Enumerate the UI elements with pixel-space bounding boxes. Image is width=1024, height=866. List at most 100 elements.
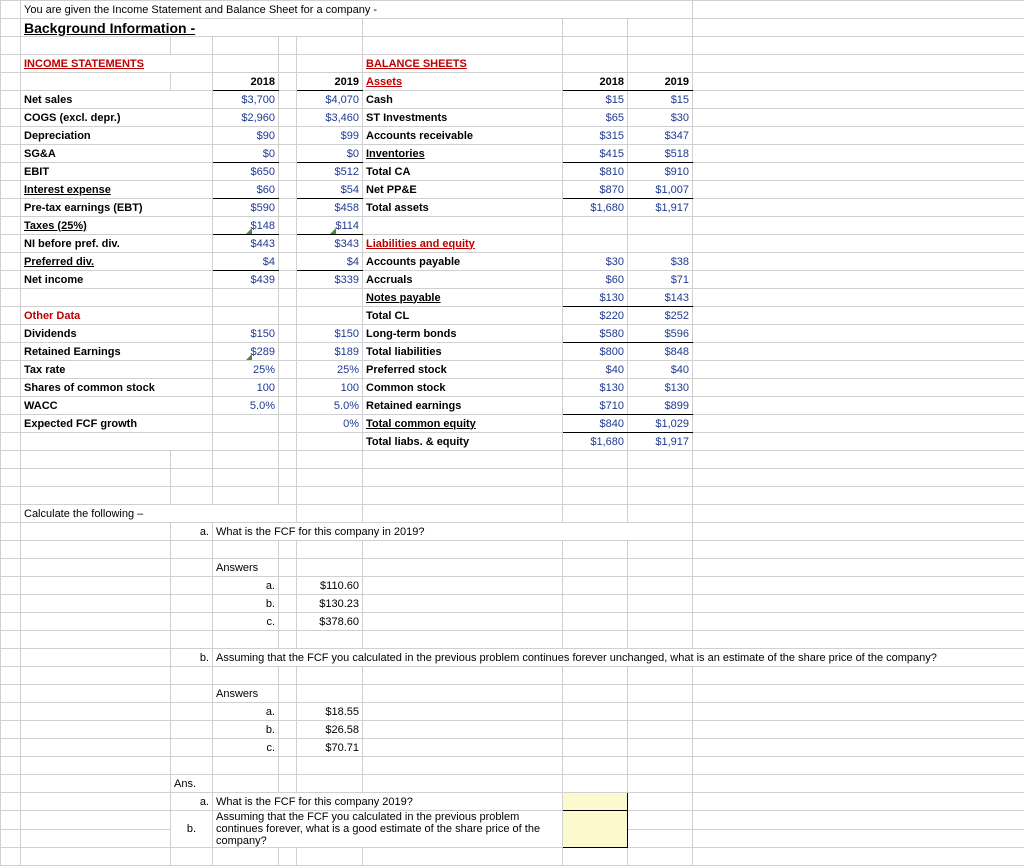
- answer-input-b[interactable]: [563, 811, 628, 848]
- is-row-label: Pre-tax earnings (EBT): [21, 199, 213, 217]
- bs-asset-2019: $30: [628, 109, 693, 127]
- bs-liab-2019: $899: [628, 397, 693, 415]
- bs-liab-2018: $60: [563, 271, 628, 289]
- bs-asset-label: ST Investments: [363, 109, 563, 127]
- bs-asset-label: Net PP&E: [363, 181, 563, 199]
- bs-liab-label: Total liabs. & equity: [363, 433, 563, 451]
- bs-liab-2019: $40: [628, 361, 693, 379]
- other-val-2019: 25%: [297, 361, 363, 379]
- bs-liab-2019: $130: [628, 379, 693, 397]
- bs-asset-label: Cash: [363, 91, 563, 109]
- bs-asset-2019: $1,917: [628, 199, 693, 217]
- bs-liab-label: Retained earnings: [363, 397, 563, 415]
- bs-liab-label: Long-term bonds: [363, 325, 563, 343]
- other-val-2019: 5.0%: [297, 397, 363, 415]
- bs-liab-label: Notes payable: [363, 289, 563, 307]
- bs-liab-2018: $40: [563, 361, 628, 379]
- ans-a-value: $130.23: [297, 595, 363, 613]
- bs-asset-label: Total CA: [363, 163, 563, 181]
- is-row-label: NI before pref. div.: [21, 235, 213, 253]
- liab-header: Liabilities and equity: [363, 235, 563, 253]
- bs-liab-label: Common stock: [363, 379, 563, 397]
- final-question-a: What is the FCF for this company 2019?: [213, 793, 563, 811]
- ans-section-label: Ans.: [171, 775, 213, 793]
- other-val-2018: 25%: [213, 361, 279, 379]
- bs-liab-label: Total liabilities: [363, 343, 563, 361]
- other-val-2018: [213, 415, 279, 433]
- ans-a-letter: a.: [213, 577, 279, 595]
- final-question-b: Assuming that the FCF you calculated in …: [213, 811, 563, 848]
- bs-liab-2018: $130: [563, 379, 628, 397]
- bs-liab-label: Total common equity: [363, 415, 563, 433]
- is-val-2019: $99: [297, 127, 363, 145]
- is-val-2018: $148: [213, 217, 279, 235]
- ans-b-value: $18.55: [297, 703, 363, 721]
- is-val-2018: $90: [213, 127, 279, 145]
- bs-asset-2018: $1,680: [563, 199, 628, 217]
- is-year-2019: 2019: [297, 73, 363, 91]
- q-a-letter: a.: [171, 523, 213, 541]
- bs-liab-label: Accruals: [363, 271, 563, 289]
- ans-a-value: $110.60: [297, 577, 363, 595]
- other-row-label: Retained Earnings: [21, 343, 213, 361]
- bs-asset-label: Accounts receivable: [363, 127, 563, 145]
- ans-b-letter: b.: [213, 721, 279, 739]
- is-row-label: Depreciation: [21, 127, 213, 145]
- bs-liab-2018: $130: [563, 289, 628, 307]
- is-row-label: Taxes (25%): [21, 217, 213, 235]
- is-val-2018: $0: [213, 145, 279, 163]
- is-row-label: Interest expense: [21, 181, 213, 199]
- is-val-2019: $4: [297, 253, 363, 271]
- other-val-2018: 100: [213, 379, 279, 397]
- final-a-letter: a.: [171, 793, 213, 811]
- is-val-2018: $60: [213, 181, 279, 199]
- other-val-2018: $289: [213, 343, 279, 361]
- assets-header: Assets: [363, 73, 563, 91]
- bs-year-2018: 2018: [563, 73, 628, 91]
- is-val-2018: $2,960: [213, 109, 279, 127]
- bs-liab-2018: $710: [563, 397, 628, 415]
- bs-liab-label: Total CL: [363, 307, 563, 325]
- bs-liab-2019: $38: [628, 253, 693, 271]
- bs-asset-label: Inventories: [363, 145, 563, 163]
- ans-a-value: $378.60: [297, 613, 363, 631]
- bs-liab-2019: $1,917: [628, 433, 693, 451]
- other-val-2018: 5.0%: [213, 397, 279, 415]
- is-val-2018: $3,700: [213, 91, 279, 109]
- is-val-2019: $339: [297, 271, 363, 289]
- background-title: Background Information -: [21, 19, 363, 37]
- bs-liab-2018: $1,680: [563, 433, 628, 451]
- bs-asset-2018: $65: [563, 109, 628, 127]
- bs-liab-label: Preferred stock: [363, 361, 563, 379]
- bs-liab-2019: $143: [628, 289, 693, 307]
- bs-liab-2019: $1,029: [628, 415, 693, 433]
- question-b: Assuming that the FCF you calculated in …: [213, 649, 1024, 667]
- is-val-2019: $512: [297, 163, 363, 181]
- bs-liab-2018: $800: [563, 343, 628, 361]
- q-b-letter: b.: [171, 649, 213, 667]
- spreadsheet: You are given the Income Statement and B…: [0, 0, 1024, 866]
- bs-asset-2018: $870: [563, 181, 628, 199]
- ans-a-letter: b.: [213, 595, 279, 613]
- answer-input-a[interactable]: [563, 793, 628, 811]
- bs-asset-2019: $1,007: [628, 181, 693, 199]
- ans-a-letter: c.: [213, 613, 279, 631]
- bs-year-2019: 2019: [628, 73, 693, 91]
- other-row-label: Tax rate: [21, 361, 213, 379]
- question-a: What is the FCF for this company in 2019…: [213, 523, 693, 541]
- other-row-label: Shares of common stock: [21, 379, 213, 397]
- is-year-2018: 2018: [213, 73, 279, 91]
- is-val-2019: $114: [297, 217, 363, 235]
- bs-asset-2019: $910: [628, 163, 693, 181]
- calculate-heading: Calculate the following –: [21, 505, 297, 523]
- income-statement-title: INCOME STATEMENTS: [21, 55, 213, 73]
- bs-asset-2018: $15: [563, 91, 628, 109]
- bs-liab-2019: $71: [628, 271, 693, 289]
- other-data-title: Other Data: [21, 307, 213, 325]
- is-row-label: SG&A: [21, 145, 213, 163]
- is-val-2018: $4: [213, 253, 279, 271]
- bs-liab-label: Accounts payable: [363, 253, 563, 271]
- is-val-2019: $343: [297, 235, 363, 253]
- bs-liab-2019: $848: [628, 343, 693, 361]
- bs-liab-2018: $220: [563, 307, 628, 325]
